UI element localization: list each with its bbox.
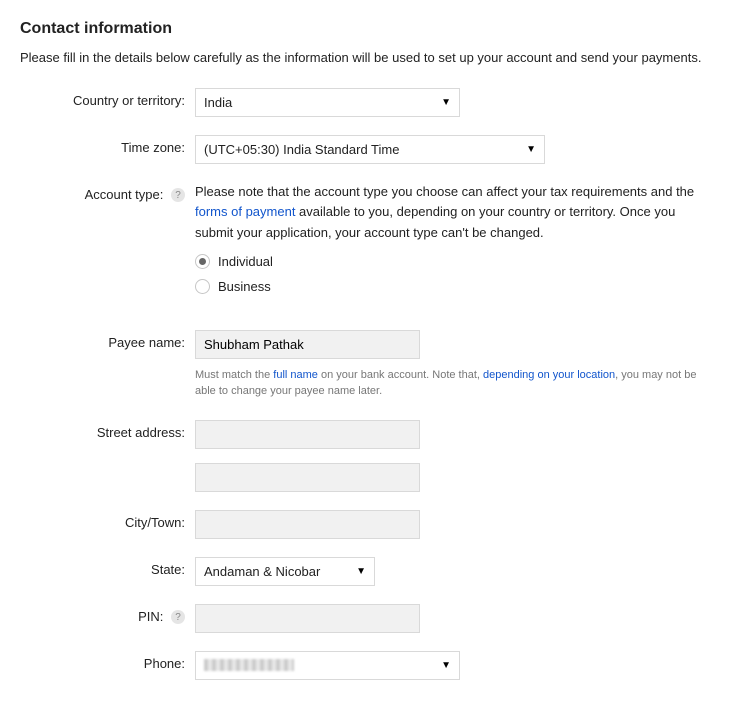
label-pin: PIN: ? [20,604,195,625]
chevron-down-icon: ▼ [441,97,451,108]
street-address-input-1[interactable] [195,420,420,449]
row-timezone: Time zone: (UTC+05:30) India Standard Ti… [20,135,711,164]
row-payee-name: Payee name: Must match the full name on … [20,330,711,400]
row-phone: Phone: ▼ [20,651,711,680]
label-city: City/Town: [20,510,195,530]
chevron-down-icon: ▼ [526,144,536,155]
help-icon[interactable]: ? [171,610,185,624]
row-state: State: Andaman & Nicobar ▼ [20,557,711,586]
label-phone: Phone: [20,651,195,671]
row-country: Country or territory: India ▼ [20,88,711,117]
label-account-type: Account type: ? [20,182,195,203]
full-name-link[interactable]: full name [273,369,318,381]
pin-input[interactable] [195,604,420,633]
label-empty [20,463,195,468]
radio-individual-label: Individual [218,254,273,269]
chevron-down-icon: ▼ [441,660,451,671]
account-type-note: Please note that the account type you ch… [195,182,711,244]
phone-value-obscured [204,659,294,671]
country-select[interactable]: India ▼ [195,88,460,117]
row-city: City/Town: [20,510,711,539]
country-select-value: India [204,95,232,110]
label-timezone: Time zone: [20,135,195,155]
forms-of-payment-link[interactable]: forms of payment [195,204,295,219]
row-street-address-2 [20,463,711,492]
label-account-type-text: Account type: [85,187,164,202]
state-select-value: Andaman & Nicobar [204,564,320,579]
label-payee-name: Payee name: [20,330,195,350]
radio-business-label: Business [218,279,271,294]
account-type-note-pre: Please note that the account type you ch… [195,184,694,199]
timezone-select[interactable]: (UTC+05:30) India Standard Time ▼ [195,135,545,164]
radio-icon [195,254,210,269]
payee-name-input[interactable] [195,330,420,359]
payee-help-text: Must match the full name on your bank ac… [195,367,711,400]
phone-select[interactable]: ▼ [195,651,460,680]
label-pin-text: PIN: [138,609,163,624]
timezone-select-value: (UTC+05:30) India Standard Time [204,142,399,157]
row-street-address: Street address: [20,420,711,449]
street-address-input-2[interactable] [195,463,420,492]
radio-business[interactable]: Business [195,279,711,294]
payee-help-mid: on your bank account. Note that, [318,369,483,381]
page-title: Contact information [20,20,711,38]
city-input[interactable] [195,510,420,539]
intro-text: Please fill in the details below careful… [20,48,711,68]
chevron-down-icon: ▼ [356,566,366,577]
location-link[interactable]: depending on your location [483,369,615,381]
label-country: Country or territory: [20,88,195,108]
radio-icon [195,279,210,294]
row-pin: PIN: ? [20,604,711,633]
payee-help-pre: Must match the [195,369,273,381]
radio-individual[interactable]: Individual [195,254,711,269]
row-account-type: Account type: ? Please note that the acc… [20,182,711,294]
state-select[interactable]: Andaman & Nicobar ▼ [195,557,375,586]
label-state: State: [20,557,195,577]
label-street-address: Street address: [20,420,195,440]
help-icon[interactable]: ? [171,188,185,202]
